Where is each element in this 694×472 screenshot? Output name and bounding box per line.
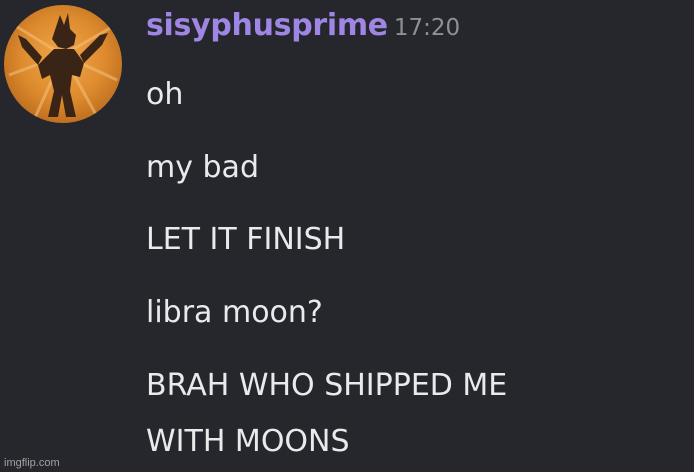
armored-figure-avatar-icon bbox=[4, 5, 122, 123]
username[interactable]: sisyphusprime bbox=[146, 8, 388, 43]
message-header: sisyphusprime 17:20 bbox=[146, 8, 460, 43]
message-line: libra moon? bbox=[146, 295, 323, 330]
message-line: my bad bbox=[146, 150, 259, 185]
user-avatar[interactable] bbox=[4, 5, 122, 123]
message-timestamp: 17:20 bbox=[393, 15, 461, 41]
message-line: WITH MOONS bbox=[146, 424, 350, 459]
message-line: BRAH WHO SHIPPED ME bbox=[146, 368, 508, 403]
message-line: oh bbox=[146, 77, 184, 112]
message-line: LET IT FINISH bbox=[146, 222, 346, 257]
imgflip-watermark: imgflip.com bbox=[4, 457, 60, 469]
